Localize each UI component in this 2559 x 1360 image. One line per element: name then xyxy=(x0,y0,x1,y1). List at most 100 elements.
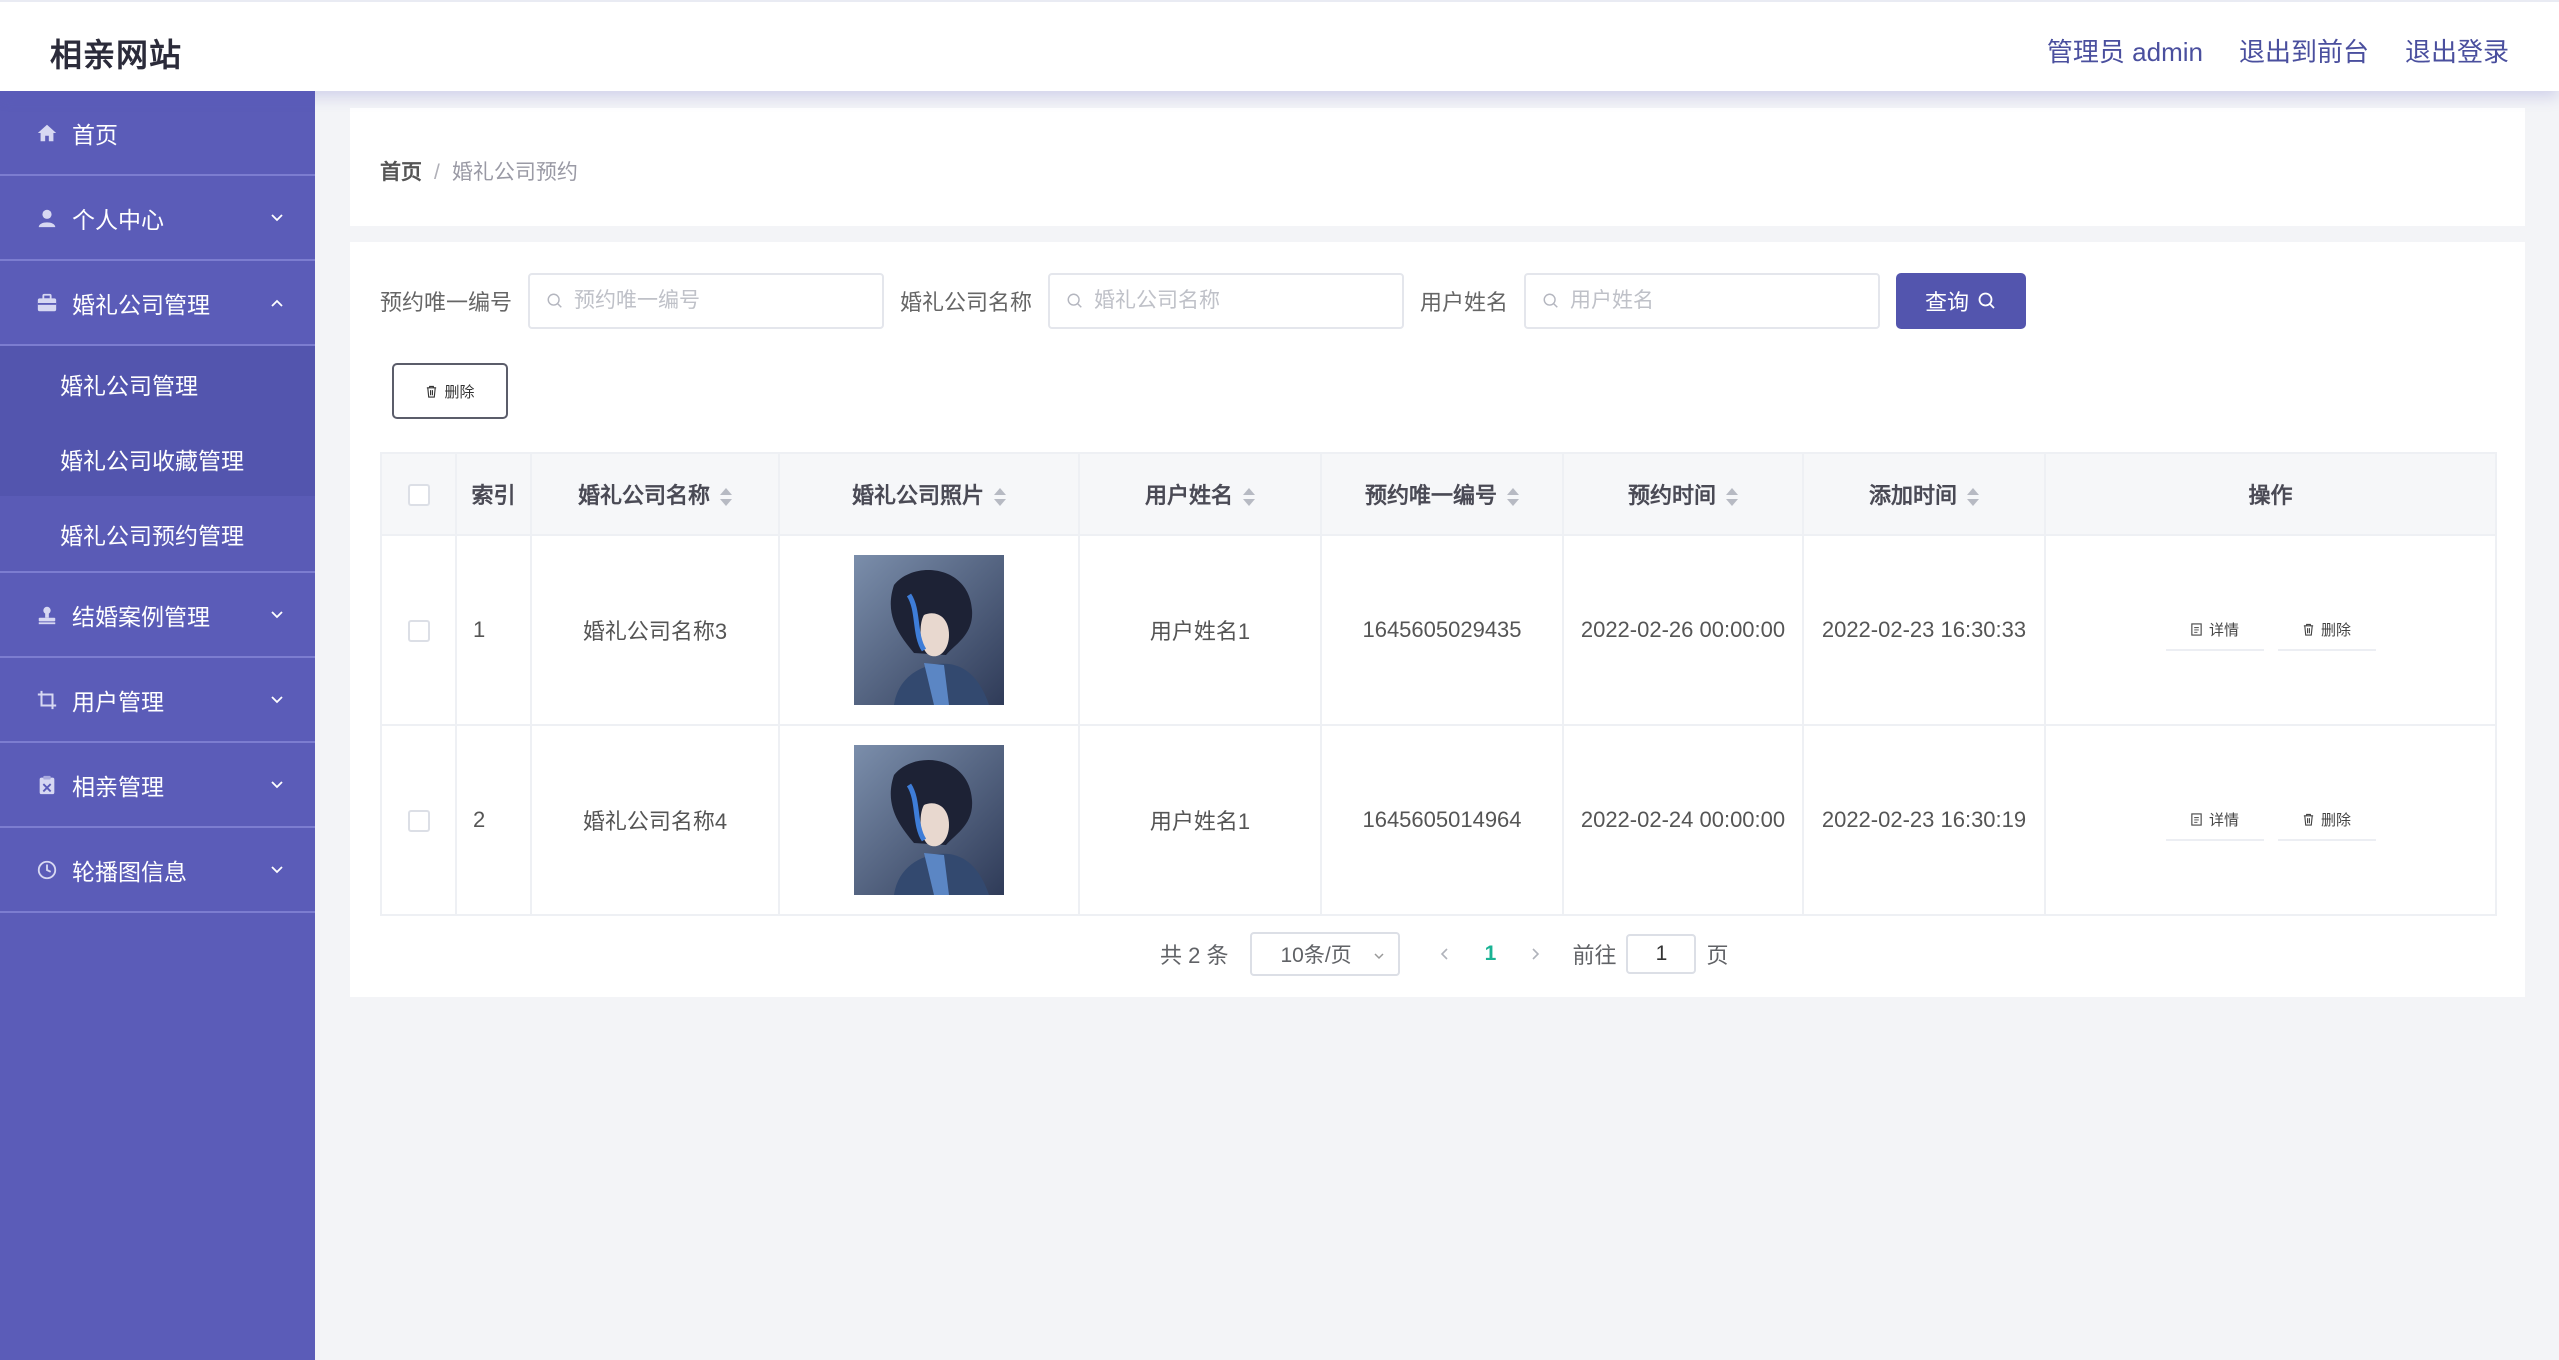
row-user-name: 用户姓名1 xyxy=(1079,725,1322,916)
header-label: 用户姓名 xyxy=(1144,483,1233,508)
trash-icon xyxy=(2303,813,2314,826)
booking-no-input[interactable] xyxy=(574,289,875,313)
user-name-input[interactable] xyxy=(1570,289,1871,313)
row-booking-time: 2022-02-24 00:00:00 xyxy=(1563,725,1804,916)
sidebar-item-home[interactable]: 首页 xyxy=(0,91,315,176)
sidebar-item-personal-center[interactable]: 个人中心 xyxy=(0,176,315,261)
pagination-total: 共 2 条 xyxy=(1160,943,1229,968)
chevron-right-icon xyxy=(1532,948,1540,960)
sidebar-item-label: 结婚案例管理 xyxy=(72,603,210,630)
table-row: 2 婚礼公司名称4 用户姓名1 1645605014964 2022-02-24… xyxy=(380,725,2497,916)
row-actions: 详情 删除 xyxy=(2045,725,2497,916)
row-checkbox[interactable] xyxy=(407,620,430,643)
trash-icon xyxy=(427,385,437,398)
search-icon xyxy=(1543,293,1558,308)
page-size-select[interactable]: 10条/页 xyxy=(1250,932,1401,976)
sort-icon[interactable] xyxy=(1243,487,1255,507)
header-label: 预约唯一编号 xyxy=(1364,483,1497,508)
search-filters: 预约唯一编号 婚礼公司名称 用户姓名 查询 xyxy=(380,272,2027,330)
row-select-cell xyxy=(380,535,457,726)
user-icon xyxy=(36,207,58,229)
sort-icon[interactable] xyxy=(720,487,732,507)
row-index: 2 xyxy=(456,725,532,916)
select-all-checkbox[interactable] xyxy=(407,484,430,507)
stamp-icon xyxy=(36,604,58,626)
company-name-input[interactable] xyxy=(1094,289,1395,313)
table-header-row: 索引 婚礼公司名称 婚礼公司照片 用户姓名 预约唯一编号 预约时间 添加时间 操… xyxy=(380,452,2497,536)
row-booking-no: 1645605014964 xyxy=(1321,725,1564,916)
document-icon xyxy=(2191,622,2202,636)
row-company-name: 婚礼公司名称4 xyxy=(531,725,780,916)
sort-icon[interactable] xyxy=(994,487,1006,507)
next-page-button[interactable] xyxy=(1520,939,1550,969)
sort-icon[interactable] xyxy=(1967,487,1979,507)
pagination: 共 2 条 10条/页 1 前往 页 xyxy=(1160,932,1729,976)
row-booking-time: 2022-02-26 00:00:00 xyxy=(1563,535,1804,726)
briefcase-icon xyxy=(36,292,58,314)
sort-icon[interactable] xyxy=(1726,487,1738,507)
company-photo[interactable] xyxy=(854,555,1004,705)
sidebar-item-label: 轮播图信息 xyxy=(72,858,187,885)
clock-icon xyxy=(36,859,58,881)
sidebar-item-matchmaking[interactable]: 相亲管理 xyxy=(0,743,315,828)
row-delete-button[interactable]: 删除 xyxy=(2277,799,2376,841)
query-button-label: 查询 xyxy=(1925,290,1970,315)
sidebar-item-carousel[interactable]: 轮播图信息 xyxy=(0,828,315,913)
query-button[interactable]: 查询 xyxy=(1896,273,2027,329)
search-icon xyxy=(547,293,562,308)
goto-label: 前往 xyxy=(1572,943,1617,968)
header-actions: 操作 xyxy=(2045,452,2497,536)
sidebar-item-wedding-company[interactable]: 婚礼公司管理 xyxy=(0,261,315,346)
chevron-down-icon xyxy=(1374,953,1384,960)
user-name-label: 用户姓名 xyxy=(1420,290,1509,315)
header-booking-time[interactable]: 预约时间 xyxy=(1563,452,1804,536)
sidebar-subitem-company-manage[interactable]: 婚礼公司管理 xyxy=(0,346,315,421)
header-company-name[interactable]: 婚礼公司名称 xyxy=(531,452,780,536)
prev-page-button[interactable] xyxy=(1430,939,1460,969)
sidebar-item-label: 首页 xyxy=(72,121,118,148)
logout-link[interactable]: 退出登录 xyxy=(2405,32,2509,69)
header-label: 添加时间 xyxy=(1868,483,1957,508)
header-index: 索引 xyxy=(456,452,532,536)
detail-button[interactable]: 详情 xyxy=(2165,799,2264,841)
header-company-photo[interactable]: 婚礼公司照片 xyxy=(779,452,1080,536)
batch-delete-label: 删除 xyxy=(444,383,475,401)
header-label: 婚礼公司照片 xyxy=(851,483,984,508)
row-delete-button[interactable]: 删除 xyxy=(2277,609,2376,651)
header-added-time[interactable]: 添加时间 xyxy=(1803,452,2046,536)
sidebar-item-label: 相亲管理 xyxy=(72,773,164,800)
search-icon xyxy=(1067,293,1082,308)
header-booking-no[interactable]: 预约唯一编号 xyxy=(1321,452,1564,536)
breadcrumb-home[interactable]: 首页 xyxy=(380,161,422,184)
row-actions: 详情 删除 xyxy=(2045,535,2497,726)
row-index: 1 xyxy=(456,535,532,726)
admin-link[interactable]: 管理员 admin xyxy=(2047,32,2203,69)
row-added-time: 2022-02-23 16:30:19 xyxy=(1803,725,2046,916)
sidebar-item-user-manage[interactable]: 用户管理 xyxy=(0,658,315,743)
batch-delete-button[interactable]: 删除 xyxy=(392,363,508,419)
sort-icon[interactable] xyxy=(1507,487,1519,507)
row-delete-label: 删除 xyxy=(2320,811,2351,829)
row-added-time: 2022-02-23 16:30:33 xyxy=(1803,535,2046,726)
row-select-cell xyxy=(380,725,457,916)
company-photo[interactable] xyxy=(854,745,1004,895)
sidebar-subitem-company-favorites[interactable]: 婚礼公司收藏管理 xyxy=(0,421,315,496)
detail-label: 详情 xyxy=(2208,621,2239,639)
top-header: 相亲网站 管理员 admin 退出到前台 退出登录 xyxy=(0,0,2559,91)
company-name-field xyxy=(1048,273,1405,329)
content-panel: 预约唯一编号 婚礼公司名称 用户姓名 查询 删除 xyxy=(350,242,2525,997)
goto-page: 前往 页 xyxy=(1572,934,1729,974)
chevron-down-icon xyxy=(271,696,283,704)
sidebar-subitem-company-booking[interactable]: 婚礼公司预约管理 xyxy=(0,496,315,571)
exit-to-front-link[interactable]: 退出到前台 xyxy=(2239,32,2369,69)
goto-page-input[interactable] xyxy=(1626,934,1697,974)
sidebar-item-wedding-cases[interactable]: 结婚案例管理 xyxy=(0,573,315,658)
page-number-current[interactable]: 1 xyxy=(1468,942,1512,966)
detail-label: 详情 xyxy=(2208,811,2239,829)
sidebar-item-label: 用户管理 xyxy=(72,688,164,715)
detail-button[interactable]: 详情 xyxy=(2165,609,2264,651)
breadcrumb-card: 首页 / 婚礼公司预约 xyxy=(350,108,2525,226)
row-checkbox[interactable] xyxy=(407,810,430,833)
header-user-name[interactable]: 用户姓名 xyxy=(1079,452,1322,536)
select-all-cell xyxy=(380,452,457,536)
